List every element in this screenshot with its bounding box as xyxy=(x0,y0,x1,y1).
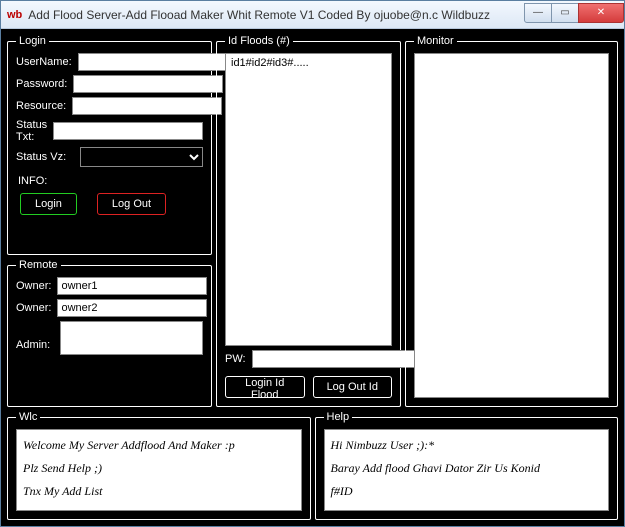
wlc-legend: Wlc xyxy=(16,411,40,423)
login-id-flood-button[interactable]: Login Id Flood xyxy=(225,376,305,398)
login-button[interactable]: Login xyxy=(20,193,77,215)
username-input[interactable] xyxy=(78,53,228,71)
owner1-input[interactable] xyxy=(57,277,207,295)
wlc-group: Wlc Welcome My Server Addflood And Maker… xyxy=(7,411,311,520)
help-group: Help Hi Nimbuzz User ;):* Baray Add floo… xyxy=(315,411,619,520)
statustxt-input[interactable] xyxy=(53,122,203,140)
resource-input[interactable] xyxy=(72,97,222,115)
idfloods-textarea[interactable]: id1#id2#id3#..... xyxy=(225,53,392,346)
admin-label: Admin: xyxy=(16,339,54,351)
minimize-button[interactable]: — xyxy=(524,3,552,23)
wlc-line3: Tnx My Add List xyxy=(23,480,295,503)
idfloods-legend: Id Floods (#) xyxy=(225,35,293,47)
password-input[interactable] xyxy=(73,75,223,93)
window-buttons: — ▭ ✕ xyxy=(525,3,624,23)
monitor-listbox[interactable] xyxy=(414,53,609,398)
owner2-label: Owner: xyxy=(16,302,51,314)
password-label: Password: xyxy=(16,78,67,90)
wlc-line1: Welcome My Server Addflood And Maker :p xyxy=(23,434,295,457)
window-title: Add Flood Server-Add Flooad Maker Whit R… xyxy=(28,8,525,22)
statusvz-select[interactable] xyxy=(80,147,203,167)
statustxt-label: Status Txt: xyxy=(16,119,47,143)
app-icon: wb xyxy=(7,9,22,21)
monitor-group: Monitor xyxy=(405,35,618,407)
help-line1: Hi Nimbuzz User ;):* xyxy=(331,434,603,457)
logout-button[interactable]: Log Out xyxy=(97,193,166,215)
titlebar[interactable]: wb Add Flood Server-Add Flooad Maker Whi… xyxy=(1,1,624,29)
help-legend: Help xyxy=(324,411,353,423)
monitor-legend: Monitor xyxy=(414,35,457,47)
maximize-button[interactable]: ▭ xyxy=(551,3,579,23)
help-textbox[interactable]: Hi Nimbuzz User ;):* Baray Add flood Gha… xyxy=(324,429,610,511)
app-window: wb Add Flood Server-Add Flooad Maker Whi… xyxy=(0,0,625,527)
username-label: UserName: xyxy=(16,56,72,68)
close-button[interactable]: ✕ xyxy=(578,3,624,23)
resource-label: Resource: xyxy=(16,100,66,112)
login-legend: Login xyxy=(16,35,49,47)
login-group: Login UserName: Password: Resource: Stat… xyxy=(7,35,212,255)
client-area: Login UserName: Password: Resource: Stat… xyxy=(1,29,624,526)
help-line3: f#ID xyxy=(331,480,603,503)
wlc-textbox[interactable]: Welcome My Server Addflood And Maker :p … xyxy=(16,429,302,511)
idfloods-group: Id Floods (#) id1#id2#id3#..... PW: Logi… xyxy=(216,35,401,407)
admin-listbox[interactable] xyxy=(60,321,203,355)
remote-legend: Remote xyxy=(16,259,61,271)
remote-group: Remote Owner: Owner: Admin: xyxy=(7,259,212,407)
owner1-label: Owner: xyxy=(16,280,51,292)
logout-id-button[interactable]: Log Out Id xyxy=(313,376,393,398)
info-label: INFO: xyxy=(18,175,203,187)
wlc-line2: Plz Send Help ;) xyxy=(23,457,295,480)
help-line2: Baray Add flood Ghavi Dator Zir Us Konid xyxy=(331,457,603,480)
statusvz-label: Status Vz: xyxy=(16,151,74,163)
owner2-input[interactable] xyxy=(57,299,207,317)
pw-label: PW: xyxy=(225,353,246,365)
